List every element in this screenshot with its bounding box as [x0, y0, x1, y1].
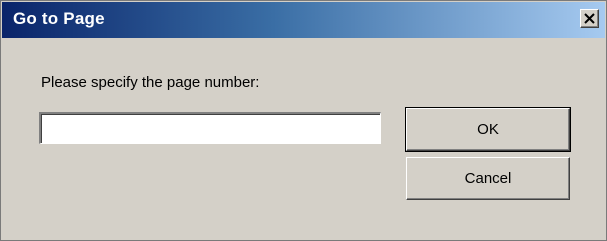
- ok-button[interactable]: OK: [405, 107, 571, 152]
- go-to-page-dialog: Go to Page Please specify the page numbe…: [0, 0, 607, 241]
- page-number-input[interactable]: [39, 112, 381, 144]
- close-button[interactable]: [580, 9, 599, 28]
- window-title: Go to Page: [13, 9, 105, 28]
- cancel-button[interactable]: Cancel: [406, 157, 570, 200]
- page-number-prompt: Please specify the page number:: [41, 74, 260, 91]
- title-bar[interactable]: Go to Page: [2, 2, 605, 38]
